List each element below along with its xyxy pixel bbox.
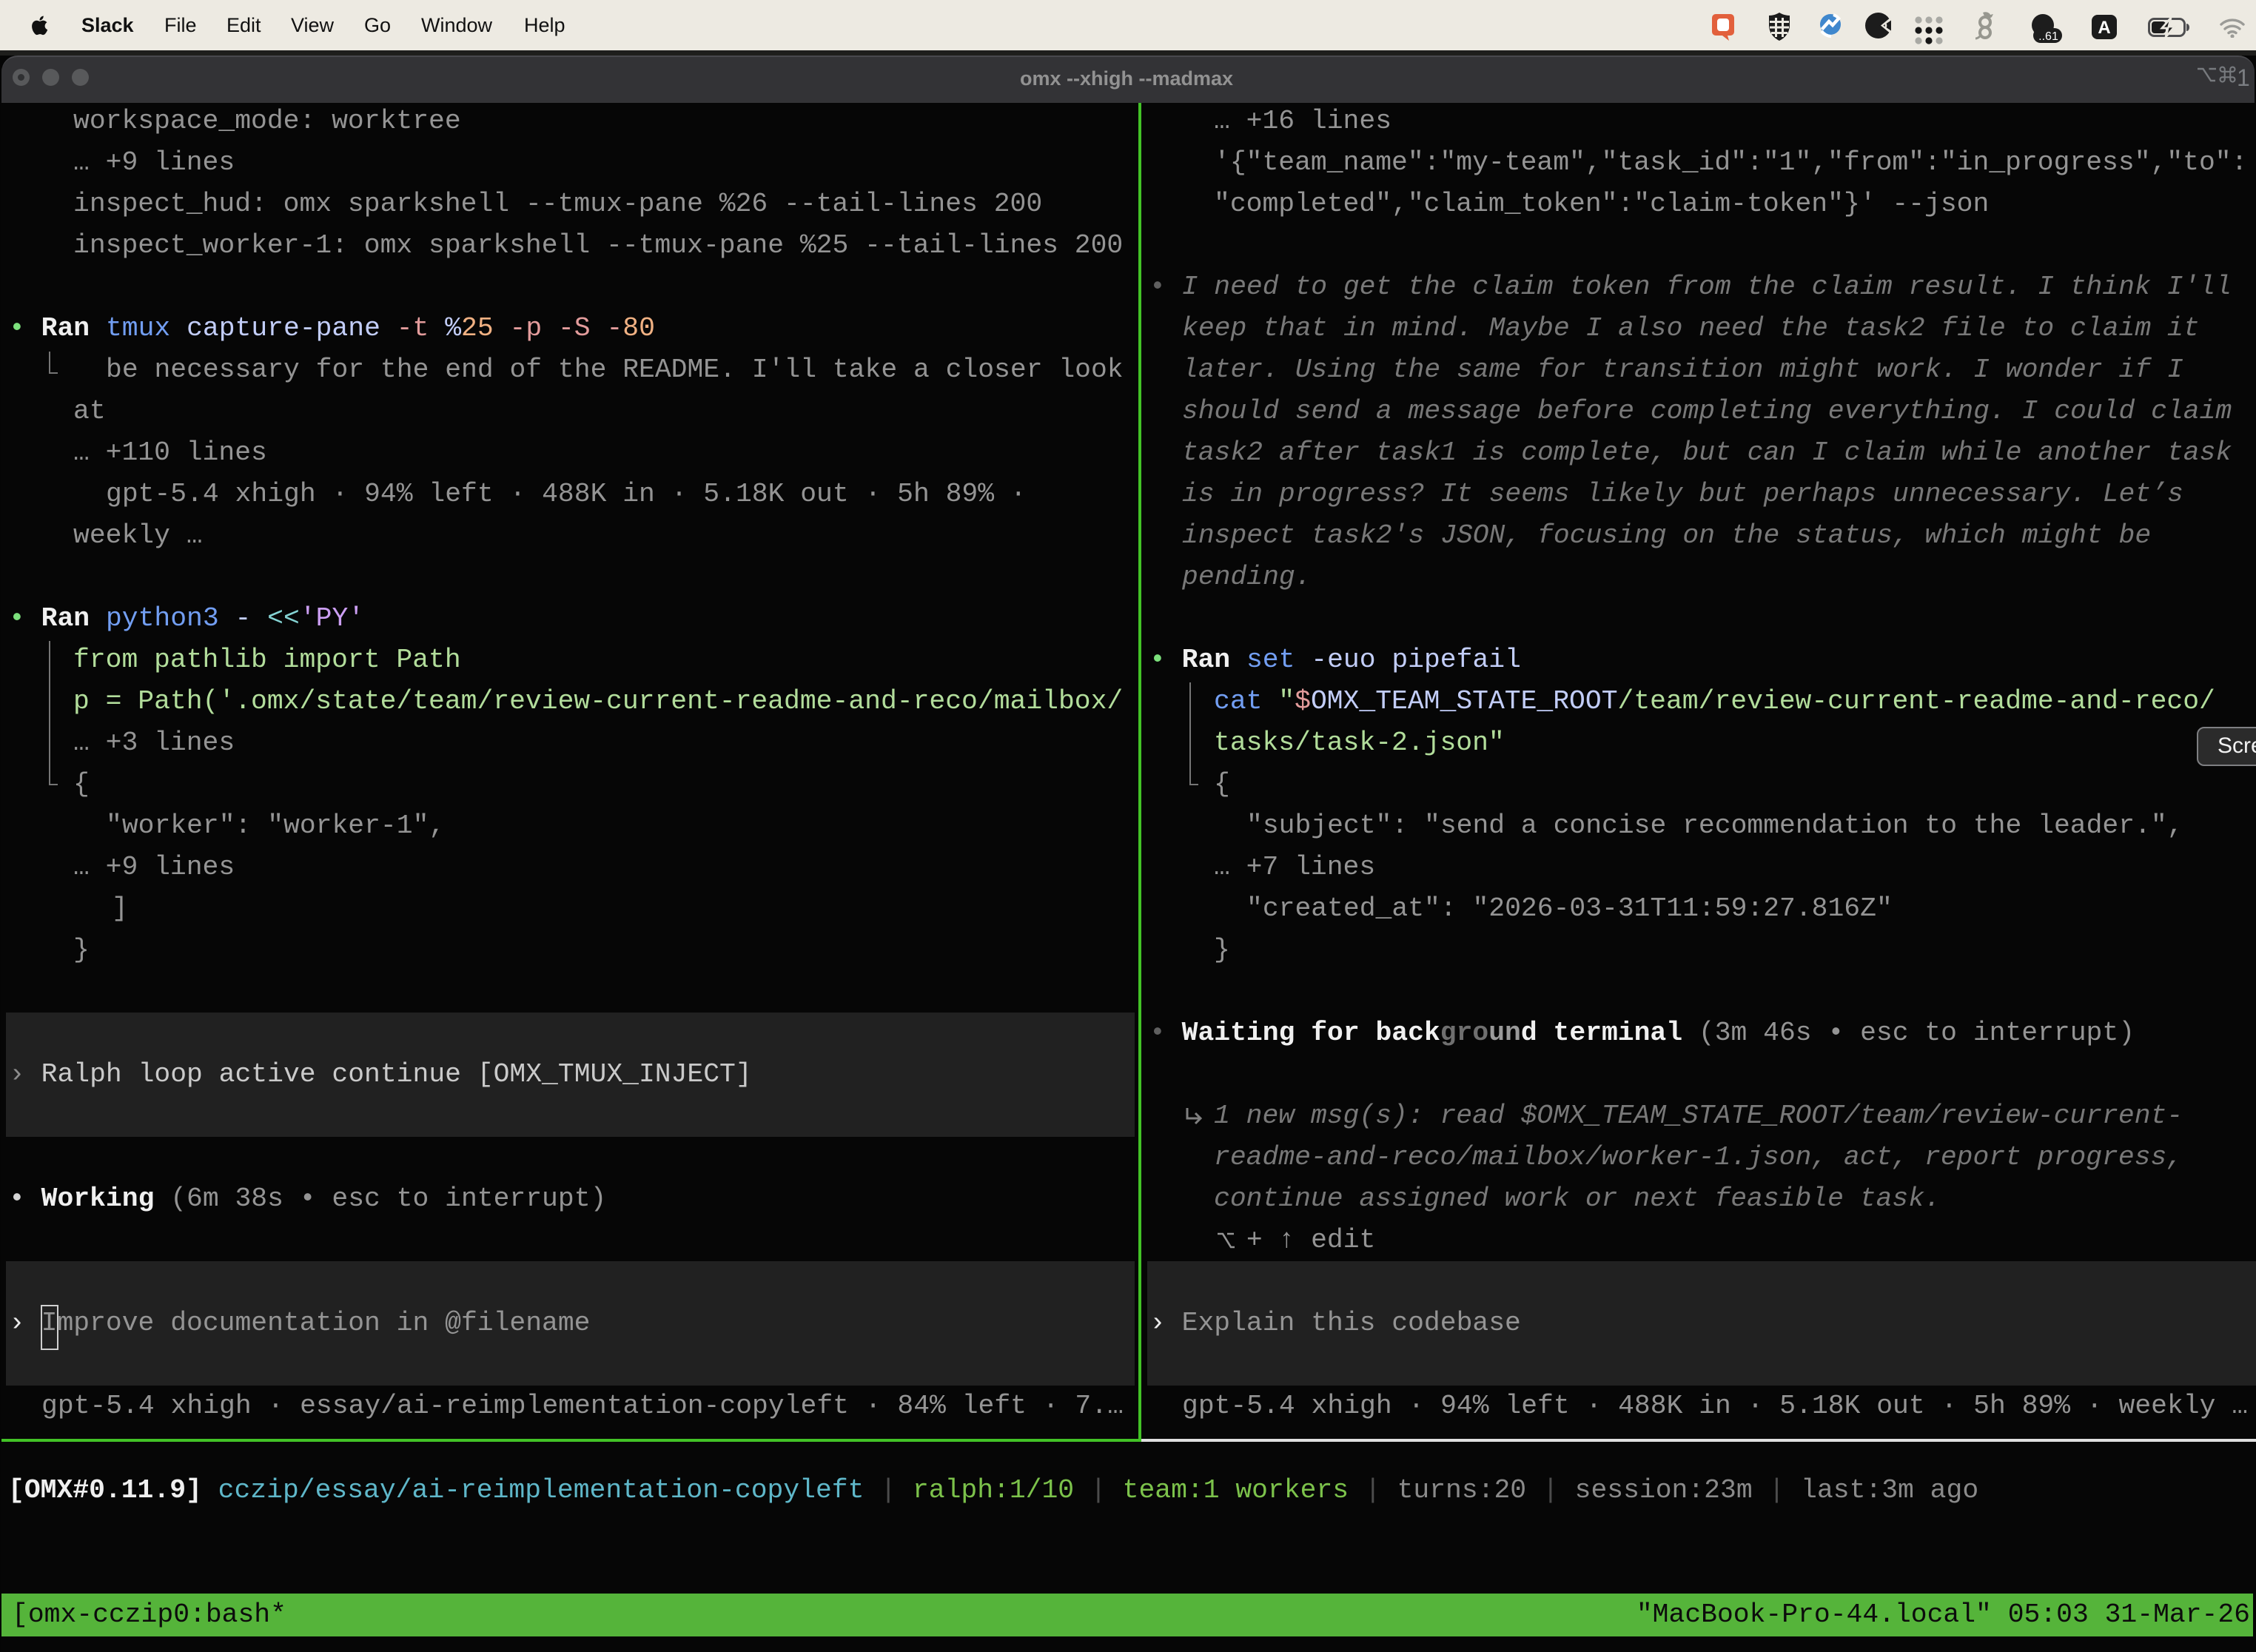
svg-text:..61: ..61 <box>2038 30 2058 43</box>
svg-text:A: A <box>2098 18 2110 38</box>
